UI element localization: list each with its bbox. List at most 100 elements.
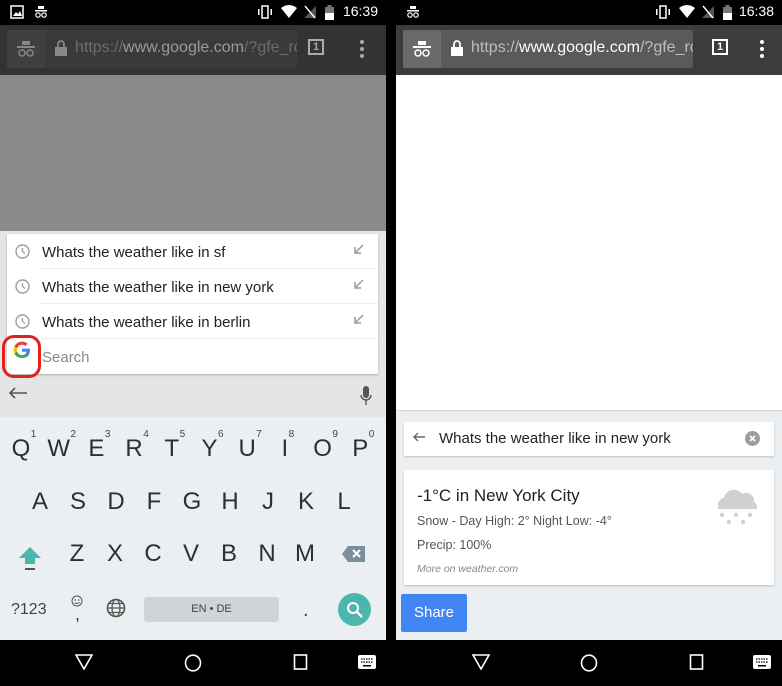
key-label: P — [352, 435, 369, 462]
status-bar: 16:38 — [396, 0, 782, 25]
key-c[interactable]: C — [138, 540, 168, 568]
back-nav-icon[interactable] — [472, 654, 490, 670]
back-arrow-icon[interactable] — [412, 431, 426, 443]
tab-switcher-button[interactable]: 1 — [308, 39, 324, 55]
key-w[interactable]: W2 — [44, 429, 76, 463]
home-nav-icon[interactable] — [184, 654, 202, 672]
key-x[interactable]: X — [100, 540, 130, 568]
shift-icon[interactable] — [17, 545, 43, 571]
battery-icon — [325, 5, 334, 20]
key-face: R4 — [125, 429, 148, 462]
key-face: Y6 — [201, 429, 223, 462]
key-i[interactable]: I8 — [270, 429, 300, 463]
url-bar[interactable]: https://www.google.com/?gfe_rc — [403, 30, 693, 68]
key-y[interactable]: Y6 — [195, 429, 225, 463]
url-bar[interactable]: https://www.google.com/?gfe_rc — [7, 30, 297, 68]
status-time: 16:38 — [738, 3, 774, 19]
keyboard-back-arrow-icon[interactable] — [8, 386, 28, 400]
weather-details: Snow - Day High: 2° Night Low: -4° — [417, 514, 612, 528]
status-bar: 16:39 — [0, 0, 386, 25]
symbols-key[interactable]: ?123 — [11, 601, 47, 619]
url-path: /?gfe_rc — [639, 39, 693, 56]
query-text[interactable]: Whats the weather like in new york — [439, 430, 671, 447]
key-m[interactable]: M — [290, 540, 320, 568]
key-hint-number: 8 — [288, 429, 295, 440]
share-button[interactable]: Share — [401, 594, 467, 632]
overflow-menu-button[interactable] — [760, 40, 764, 61]
key-label: I — [281, 435, 289, 462]
key-hint-number: 2 — [70, 429, 77, 440]
weather-card[interactable]: -1°C in New York City Snow - Day High: 2… — [404, 470, 774, 585]
comma-key[interactable]: , — [75, 604, 80, 625]
key-e[interactable]: E3 — [81, 429, 111, 463]
suggestion-item[interactable]: Whats the weather like in berlin — [7, 304, 378, 339]
key-g[interactable]: G — [177, 488, 207, 516]
microphone-icon[interactable] — [360, 386, 372, 406]
search-input[interactable]: Search — [42, 349, 90, 366]
incognito-button[interactable] — [7, 30, 45, 68]
backspace-icon[interactable] — [342, 545, 366, 563]
suggestion-text: Whats the weather like in berlin — [42, 314, 251, 331]
key-u[interactable]: U7 — [232, 429, 262, 463]
key-p[interactable]: P0 — [345, 429, 375, 463]
tab-switcher-button[interactable]: 1 — [712, 39, 728, 55]
globe-language-icon[interactable] — [106, 598, 126, 618]
browser-toolbar: https://www.google.com/?gfe_rc 1 — [396, 25, 782, 75]
key-label: W — [47, 435, 71, 462]
suggestion-item[interactable]: Whats the weather like in new york — [7, 269, 378, 304]
url-host: www.google.com — [123, 39, 244, 56]
key-hint-number: 5 — [179, 429, 186, 440]
answer-panel: Whats the weather like in new york -1°C … — [396, 410, 782, 640]
key-a[interactable]: A — [25, 488, 55, 516]
key-t[interactable]: T5 — [157, 429, 187, 463]
key-label: Y — [201, 435, 218, 462]
query-bar[interactable]: Whats the weather like in new york — [404, 422, 774, 456]
key-b[interactable]: B — [214, 540, 244, 568]
period-key[interactable]: . — [303, 599, 309, 622]
soft-keyboard: Q1W2E3R4T5Y6U7I8O9P0 ASDFGHJKL ZXCVBNM ?… — [0, 417, 386, 640]
omnibox-suggestions-area: Whats the weather like in sf Whats the w… — [0, 231, 386, 417]
search-input-row[interactable]: Search — [7, 339, 378, 374]
insert-suggestion-arrow-icon[interactable] — [354, 279, 364, 289]
suggestion-list: Whats the weather like in sf Whats the w… — [7, 234, 378, 374]
key-j[interactable]: J — [253, 488, 283, 516]
key-f[interactable]: F — [139, 488, 169, 516]
key-h[interactable]: H — [215, 488, 245, 516]
key-v[interactable]: V — [176, 540, 206, 568]
keyboard-switch-icon[interactable] — [753, 654, 771, 670]
overflow-menu-button[interactable] — [360, 40, 364, 61]
key-n[interactable]: N — [252, 540, 282, 568]
highlight-circle-annotation — [2, 335, 41, 378]
key-hint-number: 0 — [368, 429, 375, 440]
incognito-button[interactable] — [403, 30, 441, 68]
keyboard-switch-icon[interactable] — [358, 654, 376, 670]
search-key[interactable] — [338, 593, 371, 626]
clear-query-button[interactable] — [745, 431, 760, 446]
key-face: U7 — [239, 429, 262, 462]
weather-source-link[interactable]: More on weather.com — [417, 563, 518, 575]
suggestion-item[interactable]: Whats the weather like in sf — [7, 234, 378, 269]
no-signal-icon — [702, 5, 714, 19]
url-scheme: https:// — [75, 39, 124, 56]
insert-suggestion-arrow-icon[interactable] — [354, 244, 364, 254]
space-bar[interactable]: EN • DE — [144, 597, 279, 622]
history-clock-icon — [15, 244, 30, 259]
no-signal-icon — [304, 5, 316, 19]
key-r[interactable]: R4 — [119, 429, 149, 463]
key-z[interactable]: Z — [62, 540, 92, 568]
key-l[interactable]: L — [329, 488, 359, 516]
key-k[interactable]: K — [291, 488, 321, 516]
suggestion-text: Whats the weather like in new york — [42, 279, 274, 296]
home-nav-icon[interactable] — [580, 654, 598, 672]
key-o[interactable]: O9 — [308, 429, 338, 463]
key-d[interactable]: D — [101, 488, 131, 516]
back-nav-icon[interactable] — [75, 654, 93, 670]
recents-nav-icon[interactable] — [293, 654, 309, 670]
android-nav-bar — [0, 640, 386, 686]
insert-suggestion-arrow-icon[interactable] — [354, 314, 364, 324]
key-s[interactable]: S — [63, 488, 93, 516]
key-q[interactable]: Q1 — [6, 429, 37, 463]
weather-precip: Precip: 100% — [417, 538, 492, 552]
recents-nav-icon[interactable] — [689, 654, 705, 670]
page-content — [396, 75, 782, 410]
